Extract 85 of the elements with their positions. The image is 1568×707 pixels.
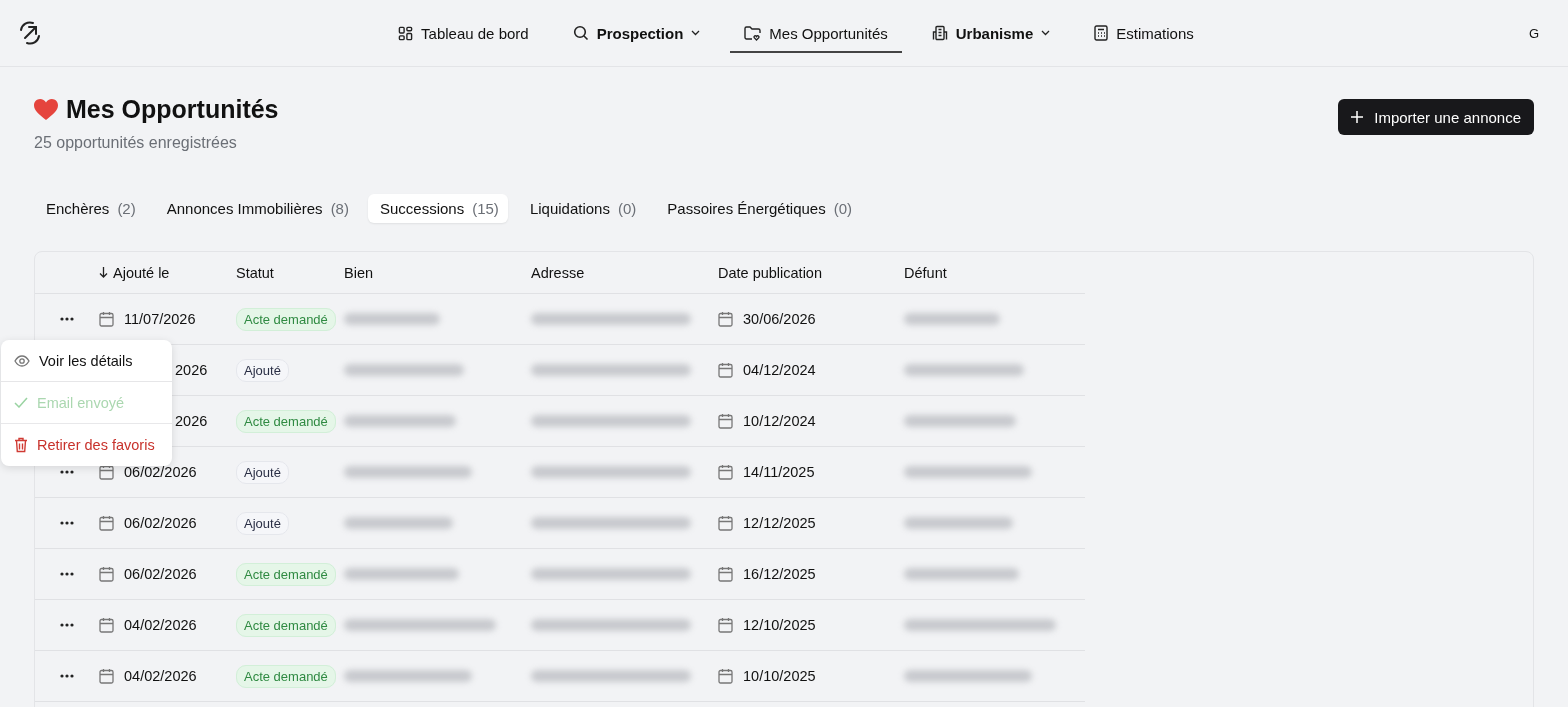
calendar-icon xyxy=(99,311,114,327)
arrow-down-icon xyxy=(99,267,108,278)
page-subtitle: 25 opportunités enregistrées xyxy=(34,134,238,152)
check-icon xyxy=(14,397,28,408)
table-cell: 16/12/2025 xyxy=(743,566,816,582)
calendar-icon xyxy=(718,413,733,429)
status-badge: Ajouté xyxy=(236,359,289,382)
calendar-icon xyxy=(718,566,733,582)
calendar-icon xyxy=(718,617,733,633)
calendar-icon xyxy=(718,668,733,684)
table-cell: 04/12/2024 xyxy=(743,362,816,378)
category-tab[interactable]: Annonces Immobilières (8) xyxy=(154,194,358,223)
chevron-down-icon xyxy=(691,30,701,36)
plus-icon xyxy=(1351,111,1364,123)
tab-count: (0) xyxy=(617,200,637,217)
table-cell: 10/12/2024 xyxy=(743,413,816,429)
category-tab[interactable]: Liquidations (0) xyxy=(517,194,646,223)
table-cell: 06/02/2026 xyxy=(124,515,197,531)
more-icon xyxy=(60,470,74,474)
folder-icon xyxy=(744,25,762,41)
grid-icon xyxy=(398,25,414,41)
calendar-icon xyxy=(99,668,114,684)
nav-tab[interactable]: Urbanisme xyxy=(917,13,1065,53)
tab-count: (15) xyxy=(472,200,499,217)
table-cell: 14/11/2025 xyxy=(743,464,815,480)
more-icon xyxy=(60,572,74,576)
category-tab[interactable]: Enchères (2) xyxy=(34,194,145,223)
nav-tab[interactable]: Estimations xyxy=(1080,13,1208,53)
status-badge: Ajouté xyxy=(236,461,289,484)
nav-tab[interactable]: Tableau de bord xyxy=(384,13,543,53)
table-cell: 30/06/2026 xyxy=(743,311,816,327)
status-badge: Acte demandé xyxy=(236,665,336,688)
table-cell: 12/12/2025 xyxy=(743,515,816,531)
logo-icon[interactable] xyxy=(17,20,43,46)
column-header[interactable]: Adresse xyxy=(531,264,585,281)
tab-count: (2) xyxy=(117,200,136,217)
heart-icon xyxy=(34,99,58,120)
calendar-icon xyxy=(718,311,733,327)
import-button[interactable]: Importer une annonce xyxy=(1338,99,1534,135)
calendar-icon xyxy=(99,464,114,480)
more-icon xyxy=(60,317,74,321)
table-cell: 11/07/2026 xyxy=(124,311,196,327)
calendar-icon xyxy=(718,362,733,378)
status-badge: Acte demandé xyxy=(236,614,336,637)
trash-icon xyxy=(14,437,28,453)
status-badge: Acte demandé xyxy=(236,563,336,586)
table-cell: 06/02/2026 xyxy=(124,566,197,582)
tab-count: (0) xyxy=(833,200,853,217)
calendar-icon xyxy=(718,464,733,480)
nav-tab[interactable]: Mes Opportunités xyxy=(730,13,902,53)
building-icon xyxy=(931,25,948,41)
status-badge: Acte demandé xyxy=(236,410,336,433)
chevron-down-icon xyxy=(1041,30,1051,36)
search-icon xyxy=(572,25,589,41)
category-tab[interactable]: Successions (15) xyxy=(367,194,508,223)
more-icon xyxy=(60,521,74,525)
column-header[interactable]: Défunt xyxy=(904,264,947,281)
user-initial[interactable]: G xyxy=(1528,25,1548,41)
table-cell: 12/10/2025 xyxy=(743,617,816,633)
more-icon xyxy=(60,674,74,678)
status-badge: Ajouté xyxy=(236,512,289,535)
table-cell: 04/02/2026 xyxy=(124,617,197,633)
calendar-icon xyxy=(99,617,114,633)
eye-icon xyxy=(14,354,30,367)
menu-item[interactable]: Voir les détails xyxy=(1,340,172,382)
status-badge: Acte demandé xyxy=(236,308,336,331)
table-cell: 04/02/2026 xyxy=(124,668,197,684)
column-header[interactable]: Ajouté le xyxy=(99,264,236,281)
calculator-icon xyxy=(1094,25,1109,41)
page-title: Mes Opportunités xyxy=(66,95,279,124)
column-header[interactable]: Date publication xyxy=(718,264,822,281)
column-header[interactable]: Bien xyxy=(344,264,374,281)
table-cell: 2026 xyxy=(175,413,208,429)
more-icon xyxy=(60,623,74,627)
calendar-icon xyxy=(99,566,114,582)
menu-item[interactable]: Retirer des favoris xyxy=(1,424,172,466)
table-cell: 2026 xyxy=(175,362,208,378)
calendar-icon xyxy=(99,515,114,531)
calendar-icon xyxy=(718,515,733,531)
column-header[interactable]: Statut xyxy=(236,264,274,281)
category-tab[interactable]: Passoires Énergétiques (0) xyxy=(655,194,862,223)
table-cell: 06/02/2026 xyxy=(124,464,197,480)
nav-tab[interactable]: Prospection xyxy=(558,13,715,53)
table-cell: 10/10/2025 xyxy=(743,668,816,684)
tab-count: (8) xyxy=(330,200,349,217)
